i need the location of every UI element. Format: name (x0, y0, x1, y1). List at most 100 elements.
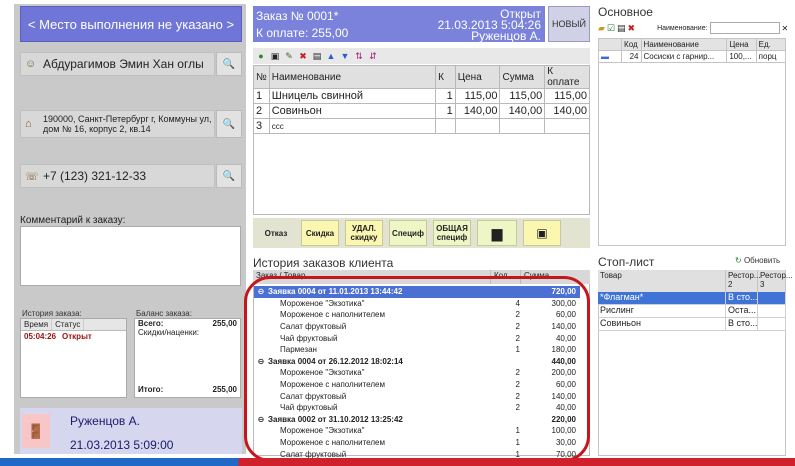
history-order-item[interactable]: Мороженое "Экзотика" 2 200,00 (254, 367, 580, 379)
stop-item-rest2: В сто... (728, 318, 758, 330)
history-order-item[interactable]: Мороженое "Экзотика" 4 300,00 (254, 298, 580, 310)
discount-button[interactable]: Скидка (301, 220, 339, 246)
history-row-text: Чай фруктовый (280, 333, 338, 343)
sort-desc-icon[interactable]: ⇵ (368, 51, 378, 62)
general-spec-button[interactable]: ОБЩАЯ специф (433, 220, 471, 246)
delete-icon[interactable]: ✖ (298, 51, 308, 62)
balance-result-label: Итого: (138, 385, 164, 394)
col-to-pay[interactable]: К оплате (544, 65, 590, 89)
stop-col-rest2[interactable]: Рестор... 2 (726, 270, 761, 292)
sort-asc-icon[interactable]: ⇅ (354, 51, 364, 62)
history-row-sum: 440,00 (551, 356, 576, 366)
copy-icon[interactable]: ▣ (270, 51, 280, 62)
catalog-col-name[interactable]: Наименование (640, 38, 728, 51)
folder-icon[interactable]: ▰ (598, 23, 605, 34)
address-field[interactable]: ⌂ 190000, Санкт-Петербург г, Коммуны ул,… (20, 110, 215, 138)
list-icon[interactable]: ▤ (617, 23, 626, 34)
stop-col-rest3[interactable]: Рестор... 3 (758, 270, 793, 292)
col-price[interactable]: Цена (454, 65, 501, 89)
col-qty[interactable]: К (435, 65, 456, 89)
stop-row[interactable]: *Флагман* В сто... (598, 292, 786, 305)
history-order-group[interactable]: ⊖ Заявка 0004 от 26.12.2012 18:02:14 440,0… (254, 356, 580, 368)
user-time: 21.03.2013 5:09:00 (70, 438, 174, 452)
row-qty (435, 118, 456, 134)
order-row-editing[interactable]: 3 ссс (253, 118, 590, 134)
hist-col-order[interactable]: Заказ / Товар (253, 270, 491, 284)
col-sum[interactable]: Сумма (499, 65, 546, 89)
catalog-col-code[interactable]: Код (621, 38, 642, 51)
cash-button[interactable]: ▆ (477, 220, 517, 246)
history-order-item[interactable]: Мороженое с наполнителем 2 60,00 (254, 309, 580, 321)
phone-icon: ☏ (25, 170, 39, 183)
balance-box: Всего: 255,00 Скидки/наценки: Итого: 255,0… (134, 318, 241, 398)
history-order-item[interactable]: Мороженое "Экзотика" 1 100,00 (254, 425, 580, 437)
search-address-button[interactable]: 🔍 (216, 110, 242, 138)
phone-text: +7 (123) 321-12-33 (43, 169, 147, 183)
hist-col-qty[interactable]: Кол. (491, 270, 521, 284)
order-row[interactable]: 2 Совиньон 1 140,00 140,00 140,00 (253, 103, 590, 119)
row-number: 3 (253, 118, 270, 134)
col-number[interactable]: № (253, 65, 270, 89)
place-button[interactable]: < Место выполнения не указано > (20, 6, 242, 42)
address-text: 190000, Санкт-Петербург г, Коммуны ул, д… (43, 114, 212, 134)
row-to-pay (544, 118, 590, 134)
history-order-item[interactable]: Салат фруктовый 2 140,00 (254, 321, 580, 333)
history-order-item[interactable]: Салат фруктовый 2 140,00 (254, 390, 580, 402)
remove-discount-button[interactable]: УДАЛ. скидку (345, 220, 383, 246)
stop-row[interactable]: Совиньон В сто... (598, 318, 786, 331)
add-icon[interactable]: ● (256, 51, 266, 61)
stop-row[interactable]: Рислинг Оста... (598, 305, 786, 318)
history-time: 05:04:26 (24, 332, 57, 341)
history-order-group[interactable]: ⊖ Заявка 0002 от 31.10.2012 13:25:42 220,0… (254, 414, 580, 426)
save-button[interactable]: ▣ (523, 220, 561, 246)
edit-icon[interactable]: ✎ (284, 51, 294, 62)
collapse-icon[interactable]: ⊖ (254, 287, 268, 296)
history-order-item[interactable]: Чай фруктовый 2 40,00 (254, 402, 580, 414)
clear-icon[interactable]: ✖ (628, 23, 636, 34)
remove-discount-line2: скидку (350, 233, 378, 242)
collapse-icon[interactable]: ⊖ (254, 415, 268, 424)
refuse-button[interactable]: Отказ (257, 220, 295, 246)
history-row-qty: 2 (515, 403, 520, 413)
customer-name: Абдурагимов Эмин Хан оглы (43, 57, 204, 71)
history-row-sum: 140,00 (551, 391, 576, 401)
history-row-text: Заявка 0002 от 31.10.2012 13:25:42 (268, 414, 403, 424)
order-row[interactable]: 1 Шницель свинной 1 115,00 115,00 115,00 (253, 88, 590, 104)
move-down-icon[interactable]: ▼ (340, 51, 350, 61)
catalog-col-unit[interactable]: Ед. (755, 38, 787, 51)
history-order-item[interactable]: Мороженое с наполнителем 1 30,00 (254, 437, 580, 449)
check-icon[interactable]: ☑ (607, 23, 615, 34)
move-up-icon[interactable]: ▲ (326, 51, 336, 61)
person-icon: ☺ (25, 58, 37, 70)
catalog-code: 24 (621, 50, 642, 63)
bottom-stripe (0, 458, 795, 466)
collapse-icon[interactable]: ⊖ (254, 357, 268, 366)
col-name[interactable]: Наименование (268, 65, 437, 89)
customer-name-field[interactable]: ☺ Абдурагимов Эмин Хан оглы (20, 52, 215, 76)
phone-field[interactable]: ☏ +7 (123) 321-12-33 (20, 164, 215, 188)
clear-search-icon[interactable]: ✕ (782, 24, 789, 33)
exit-icon[interactable]: 🚪 (22, 414, 50, 448)
catalog-row[interactable]: ▬ 24 Сосиски с гарнир... 100,... порц (597, 50, 787, 63)
history-order-item[interactable]: Пармезан 1 180,00 (254, 344, 580, 356)
hist-col-sum[interactable]: Сумма (521, 270, 571, 284)
catalog-col-price[interactable]: Цена (726, 38, 757, 51)
stop-list-title: Стоп-лист (598, 255, 655, 269)
comment-input[interactable] (20, 226, 241, 286)
search-phone-button[interactable]: 🔍 (216, 164, 242, 188)
search-customer-button[interactable]: 🔍 (216, 52, 242, 76)
row-name-input[interactable]: ссс (268, 118, 437, 134)
spec-button[interactable]: Специф (389, 220, 427, 246)
order-items-table: № Наименование К Цена Сумма К оплате 1 Ш… (253, 65, 590, 134)
history-order-item[interactable]: Мороженое с наполнителем 2 60,00 (254, 379, 580, 391)
new-order-button[interactable]: НОВЫЙ (548, 6, 590, 42)
history-row-qty: 2 (515, 368, 520, 378)
catalog-search-input[interactable] (709, 22, 780, 34)
catalog-col-marker[interactable] (597, 38, 623, 51)
print-icon[interactable]: ▤ (312, 51, 322, 62)
refresh-button[interactable]: ↻ Обновить (735, 256, 780, 265)
stop-col-item[interactable]: Товар (598, 270, 726, 292)
history-row-sum: 60,00 (555, 310, 576, 320)
history-order-group[interactable]: ⊖ Заявка 0004 от 11.01.2013 13:44:42 720,0… (254, 286, 580, 298)
history-order-item[interactable]: Чай фруктовый 2 40,00 (254, 332, 580, 344)
